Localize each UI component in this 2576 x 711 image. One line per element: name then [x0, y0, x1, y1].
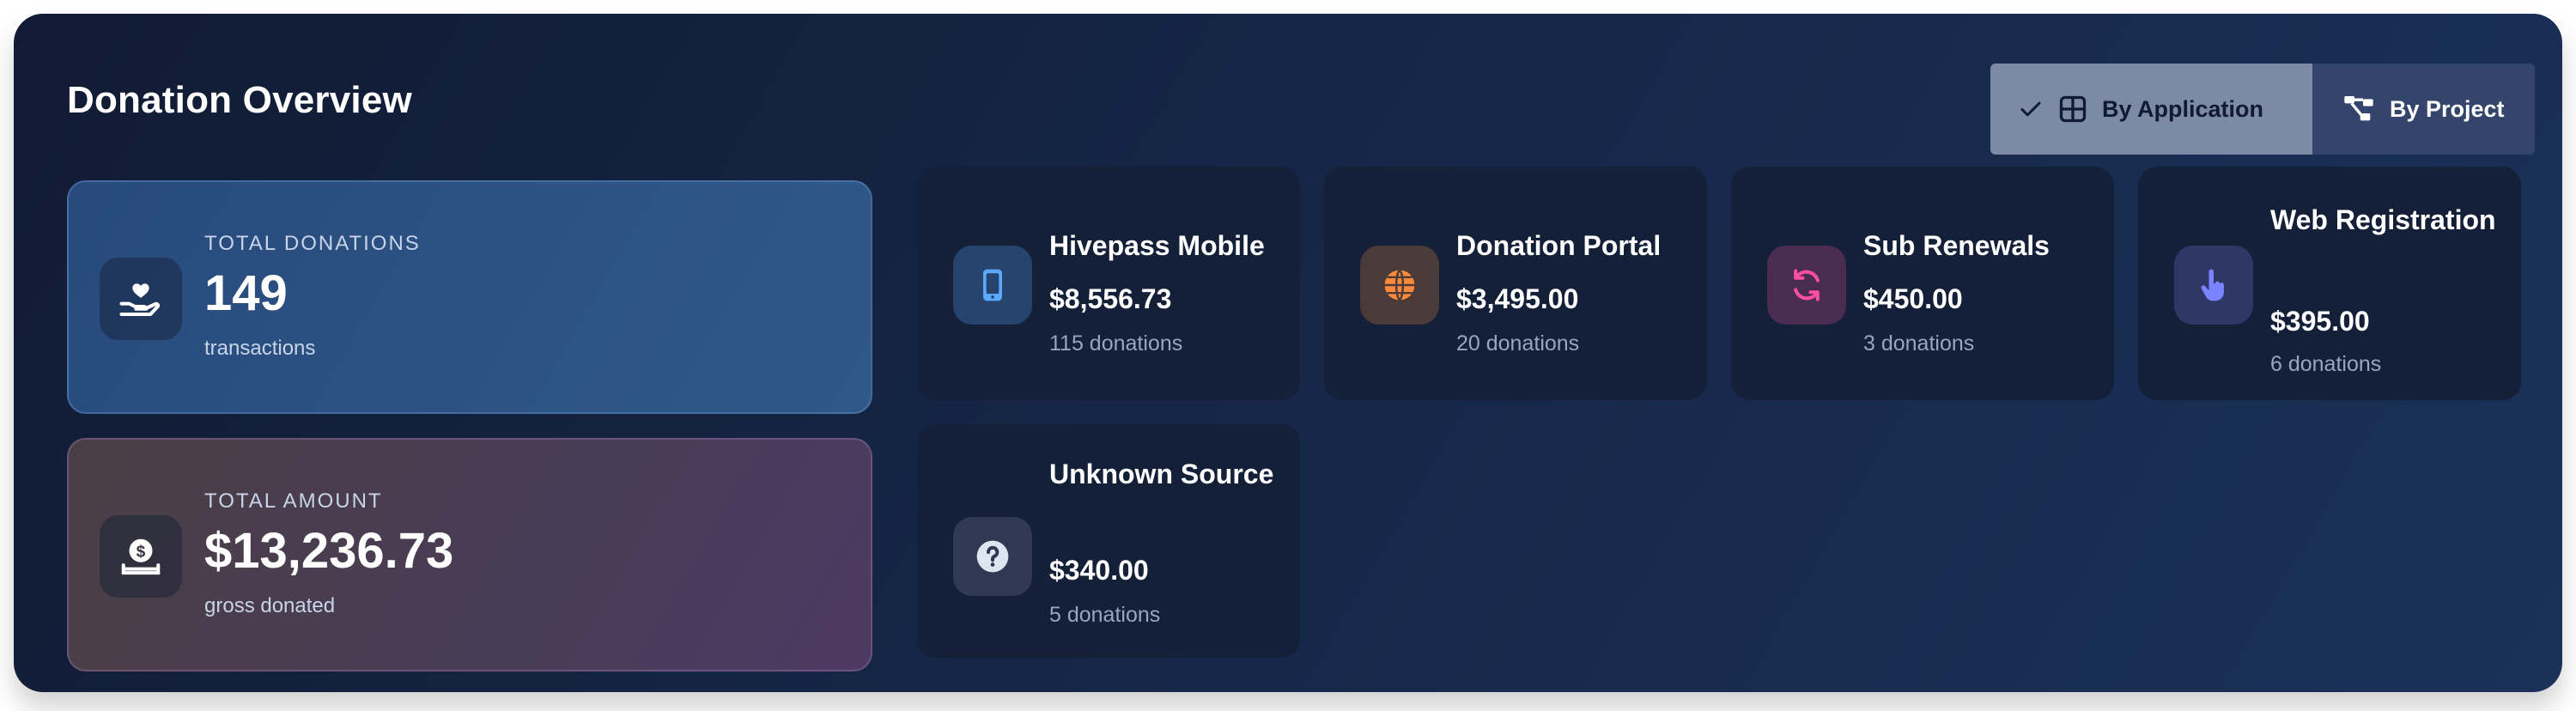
refresh-icon [1767, 246, 1846, 325]
source-count: 3 donations [1863, 331, 1975, 356]
view-toggle: By Application By Project [1990, 64, 2535, 155]
total-donations-value: 149 [204, 265, 288, 321]
svg-text:$: $ [137, 543, 146, 561]
total-amount-value: $13,236.73 [204, 523, 454, 579]
source-name: Unknown Source [1049, 459, 1274, 489]
globe-icon [1360, 246, 1439, 325]
check-icon [2018, 96, 2044, 122]
source-amount: $340.00 [1049, 555, 1149, 586]
source-card-hivepass-mobile[interactable]: Hivepass Mobile $8,556.73 115 donations [917, 167, 1300, 400]
source-count: 6 donations [2270, 352, 2382, 376]
money-hand-icon: $ [100, 515, 182, 598]
source-amount: $395.00 [2270, 306, 2370, 337]
total-donations-label: TOTAL DONATIONS [204, 232, 421, 255]
source-card-donation-portal[interactable]: Donation Portal $3,495.00 20 donations [1324, 167, 1707, 400]
source-card-sub-renewals[interactable]: Sub Renewals $450.00 3 donations [1731, 167, 2114, 400]
source-count: 115 donations [1049, 331, 1183, 356]
pointer-hand-icon [2174, 246, 2253, 325]
source-card-web-registration[interactable]: Web Registration $395.00 6 donations [2138, 167, 2521, 400]
source-count: 5 donations [1049, 603, 1161, 627]
source-name: Donation Portal [1456, 230, 1662, 261]
by-project-label: By Project [2390, 95, 2505, 122]
source-count: 20 donations [1456, 331, 1580, 356]
total-amount-label: TOTAL AMOUNT [204, 489, 383, 513]
total-amount-card: $ TOTAL AMOUNT $13,236.73 gross donated [67, 438, 872, 672]
hierarchy-icon [2342, 92, 2376, 126]
mobile-phone-icon [953, 246, 1032, 325]
source-amount: $3,495.00 [1456, 283, 1579, 314]
source-amount: $8,556.73 [1049, 283, 1172, 314]
hand-heart-icon [100, 258, 182, 340]
source-name: Web Registration [2270, 204, 2496, 235]
source-card-unknown-source[interactable]: Unknown Source $340.00 5 donations [917, 424, 1300, 658]
donation-overview-panel: Donation Overview By Application By Proj… [14, 14, 2562, 692]
question-icon [953, 517, 1032, 596]
grid-icon [2057, 94, 2088, 125]
by-application-button[interactable]: By Application [1990, 64, 2312, 155]
source-amount: $450.00 [1863, 283, 1963, 314]
source-name: Sub Renewals [1863, 230, 2050, 261]
by-project-button[interactable]: By Project [2312, 64, 2535, 155]
total-donations-sub: transactions [204, 337, 316, 360]
page-title: Donation Overview [67, 79, 412, 121]
total-donations-card: TOTAL DONATIONS 149 transactions [67, 180, 872, 414]
by-application-label: By Application [2102, 95, 2264, 122]
total-amount-sub: gross donated [204, 594, 336, 617]
source-name: Hivepass Mobile [1049, 230, 1265, 261]
